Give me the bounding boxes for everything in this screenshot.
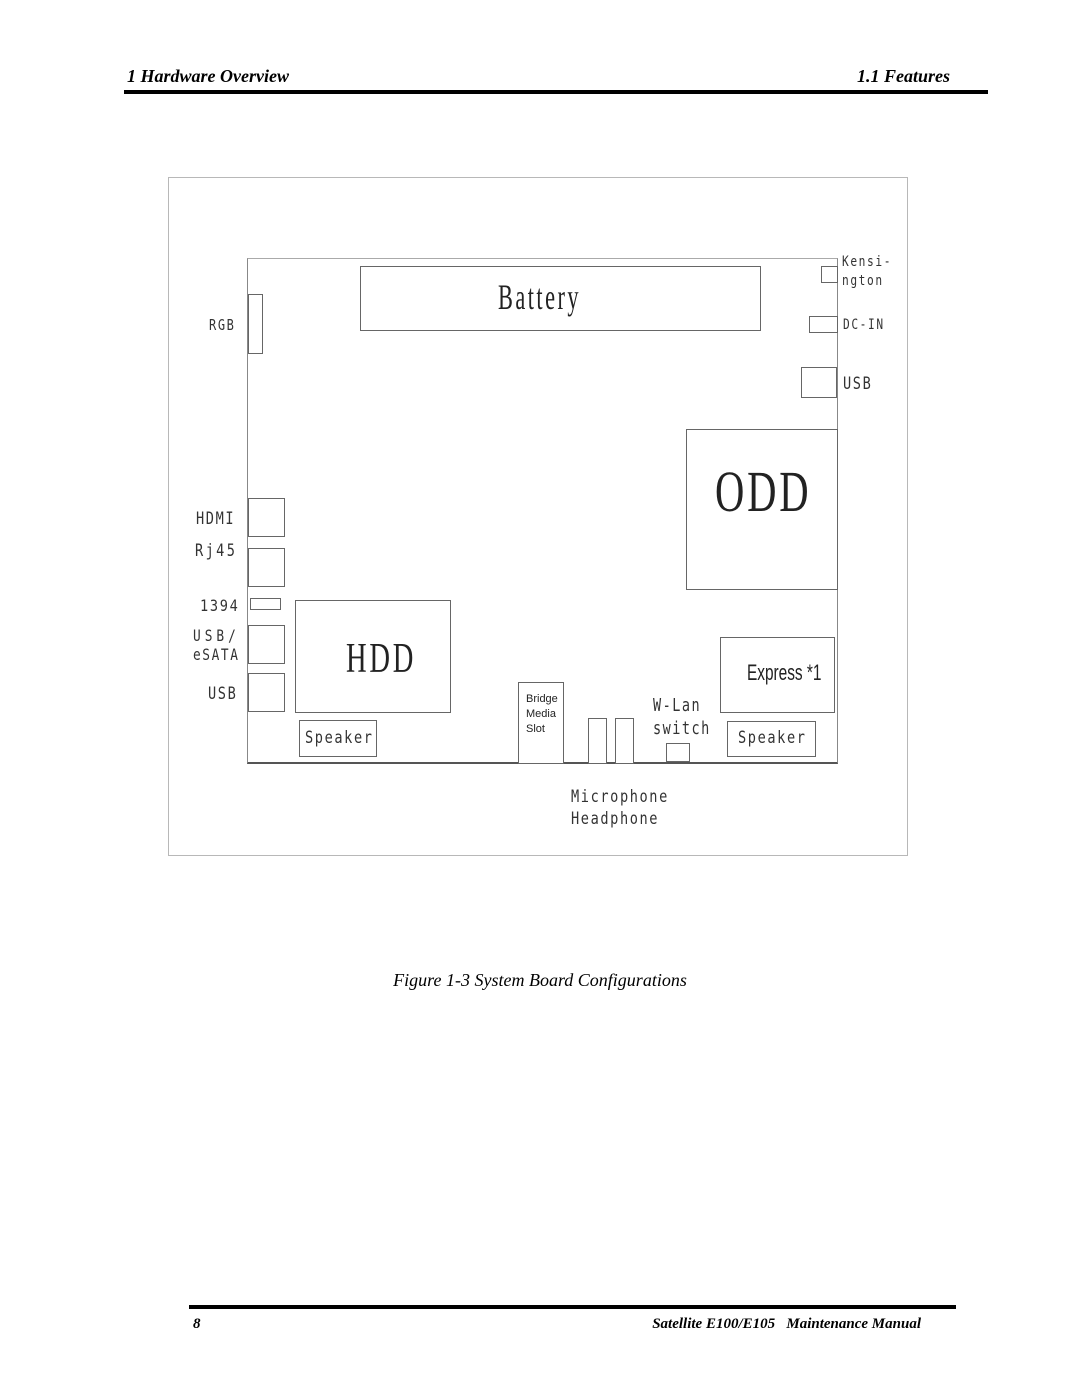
usb-esata-label: USB/ eSATA bbox=[193, 626, 240, 664]
kensington-label-line1: Kensi- bbox=[842, 254, 893, 270]
kensington-lock bbox=[821, 266, 838, 283]
battery-label: Battery bbox=[498, 277, 582, 317]
headphone-label: Headphone bbox=[571, 809, 660, 829]
wlan-switch-label-line1: W-Lan bbox=[653, 695, 702, 716]
rgb-port bbox=[248, 294, 263, 354]
figure-caption: Figure 1-3 System Board Configurations bbox=[393, 970, 687, 990]
wlan-switch-label: W-Lan switch bbox=[653, 694, 711, 740]
microphone-label: Microphone bbox=[571, 787, 669, 807]
kensington-label: Kensi- ngton bbox=[842, 253, 892, 291]
section-title: 1.1 Features bbox=[856, 66, 950, 86]
rj45-port bbox=[248, 548, 285, 587]
usb-left-label: USB bbox=[208, 684, 238, 704]
usb-esata-label-line1: USB/ bbox=[193, 626, 240, 645]
page-number: 8 bbox=[193, 1316, 201, 1332]
ieee1394-port bbox=[250, 598, 281, 610]
bridge-media-slot-label: Bridge Media Slot bbox=[526, 692, 558, 737]
microphone-jack bbox=[588, 718, 607, 764]
speaker-left-label: Speaker bbox=[305, 728, 374, 748]
express-card-label: Express *1 bbox=[747, 660, 822, 685]
usb-esata-label-line2: eSATA bbox=[193, 645, 240, 664]
manual-title: Satellite E100/E105 Maintenance Manual bbox=[652, 1316, 921, 1332]
hdmi-port bbox=[248, 498, 285, 537]
kensington-label-line2: ngton bbox=[842, 273, 884, 289]
odd-label: ODD bbox=[715, 459, 812, 524]
footer-rule bbox=[189, 1305, 956, 1309]
rgb-label: RGB bbox=[209, 316, 236, 334]
usb-port-right bbox=[801, 367, 837, 398]
ieee1394-label: 1394 bbox=[200, 596, 240, 615]
wlan-switch bbox=[666, 743, 690, 762]
hdmi-label: HDMI bbox=[196, 509, 236, 529]
bridge-media-slot-line2: Media bbox=[526, 708, 556, 720]
rj45-label: Rj45 bbox=[195, 541, 238, 561]
dc-in-label: DC-IN bbox=[843, 317, 885, 333]
usb-right-label: USB bbox=[843, 374, 873, 394]
audio-label: Microphone Headphone bbox=[571, 786, 669, 830]
chapter-title: 1 Hardware Overview bbox=[127, 66, 289, 86]
bridge-media-slot-line3: Slot bbox=[526, 723, 545, 735]
dc-in-port bbox=[809, 316, 838, 333]
headphone-jack bbox=[615, 718, 634, 764]
speaker-right-label: Speaker bbox=[738, 728, 807, 748]
hdd-label: HDD bbox=[346, 636, 417, 682]
bridge-media-slot-line1: Bridge bbox=[526, 693, 558, 705]
usb-port-left bbox=[248, 673, 285, 712]
header-rule bbox=[124, 90, 988, 94]
wlan-switch-label-line2: switch bbox=[653, 718, 711, 739]
usb-esata-port bbox=[248, 625, 285, 664]
